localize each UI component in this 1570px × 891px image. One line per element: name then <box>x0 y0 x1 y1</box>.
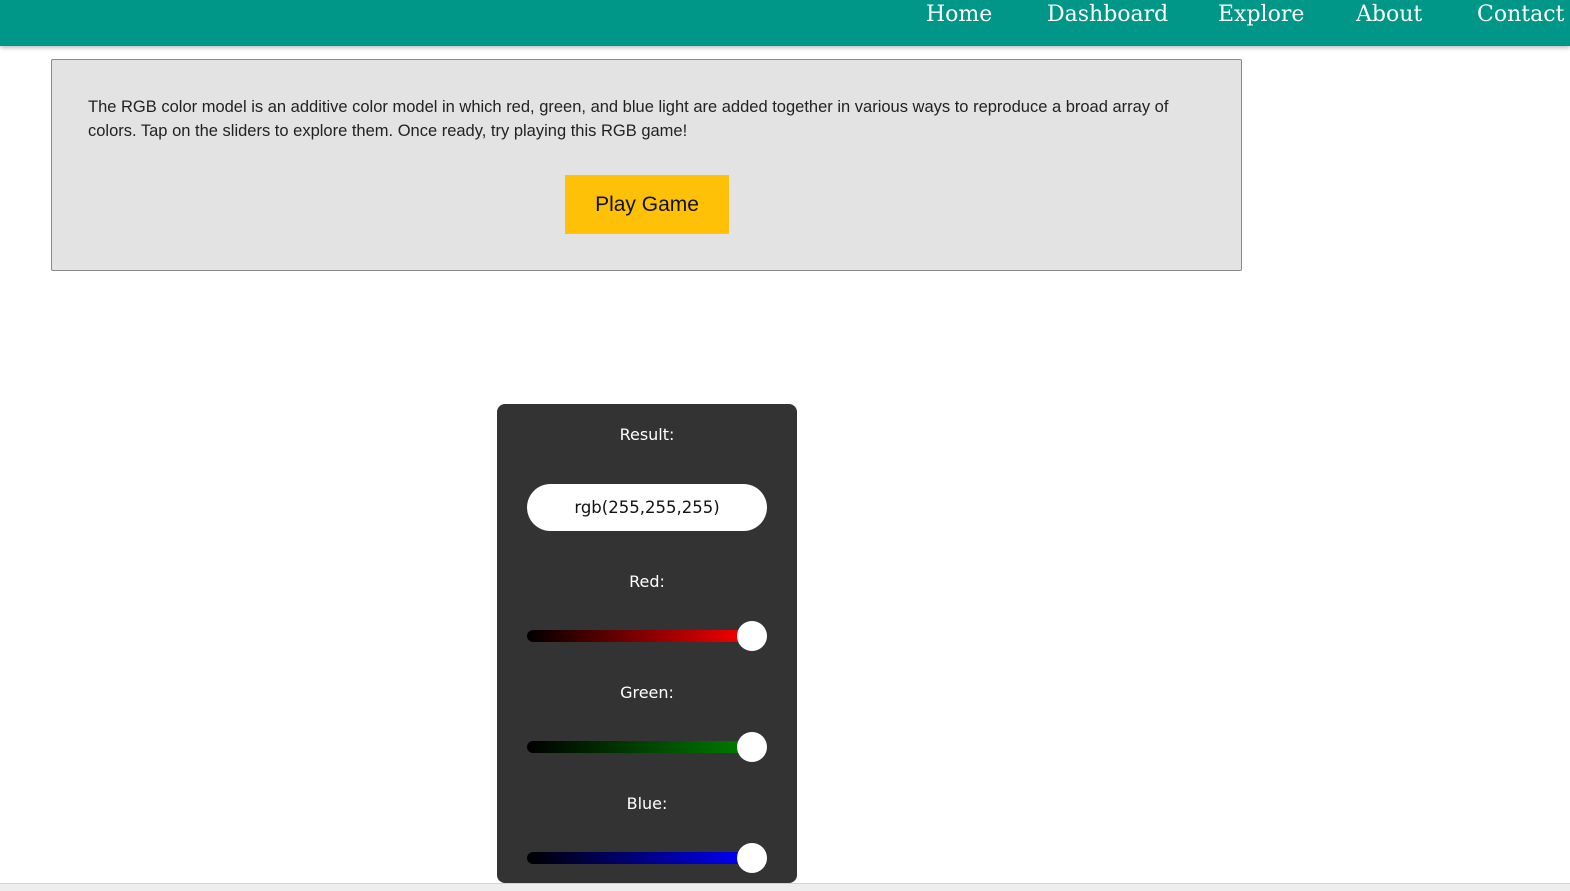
nav-link-dashboard[interactable]: Dashboard <box>1047 0 1168 32</box>
red-label: Red: <box>629 572 665 591</box>
play-game-button[interactable]: Play Game <box>565 175 729 234</box>
red-slider-thumb[interactable] <box>737 621 767 651</box>
green-slider-thumb[interactable] <box>737 732 767 762</box>
nav-link-home[interactable]: Home <box>926 0 992 32</box>
green-slider-track[interactable] <box>527 741 753 753</box>
result-label: Result: <box>619 425 675 444</box>
nav-link-about[interactable]: About <box>1356 0 1422 32</box>
top-navbar: Home Dashboard Explore About Contact <box>0 0 1570 46</box>
blue-label: Blue: <box>626 794 668 813</box>
nav-link-contact[interactable]: Contact <box>1477 0 1564 32</box>
blue-slider-track[interactable] <box>527 852 753 864</box>
red-slider-track[interactable] <box>527 630 753 642</box>
nav-link-explore[interactable]: Explore <box>1218 0 1304 32</box>
result-value-field[interactable] <box>527 484 767 531</box>
horizontal-scrollbar[interactable] <box>0 883 1570 891</box>
intro-box: The RGB color model is an additive color… <box>51 59 1242 271</box>
blue-slider-thumb[interactable] <box>737 843 767 873</box>
green-label: Green: <box>620 683 674 702</box>
rgb-mixer-panel: Result: Red: Green: Blue: <box>497 404 797 883</box>
intro-text: The RGB color model is an additive color… <box>88 98 1169 140</box>
